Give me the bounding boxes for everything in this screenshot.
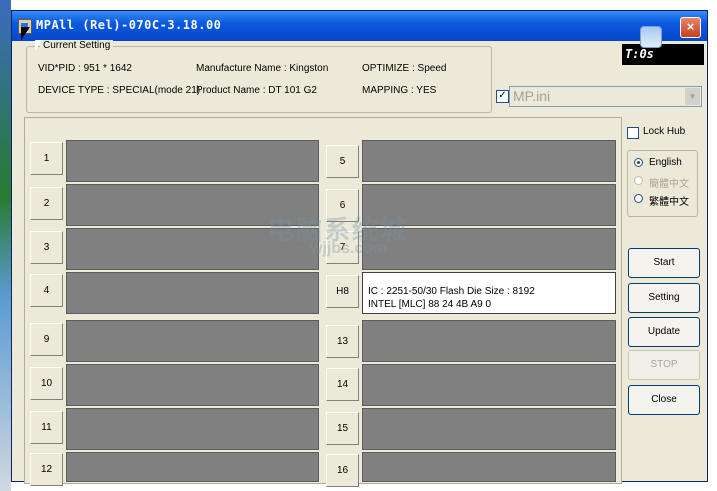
port-status-9	[66, 320, 319, 362]
port-button-14[interactable]: 14	[326, 368, 359, 401]
radio-traditional-chinese[interactable]	[634, 194, 643, 203]
port-button-1[interactable]: 1	[30, 142, 63, 175]
port-button-3[interactable]: 3	[30, 231, 63, 264]
manufacture-name: Manufacture Name : Kingston	[196, 63, 329, 74]
vid-pid-value: VID*PID : 951 * 1642	[38, 63, 132, 74]
device-type: DEVICE TYPE : SPECIAL(mode 21)	[38, 85, 201, 96]
desktop-background	[0, 0, 11, 491]
current-setting-group	[26, 46, 492, 113]
language-simplified-chinese-label: 簡體中文	[649, 179, 689, 190]
port-button-10[interactable]: 10	[30, 367, 63, 400]
ini-file-value: MP.ini	[513, 88, 551, 104]
optimize-value: OPTIMIZE : Speed	[362, 63, 447, 74]
title-bar[interactable]: MPAll (Rel)-070C-3.18.00 ×	[12, 11, 707, 41]
setting-button[interactable]: Setting	[628, 283, 700, 313]
language-english-label: English	[649, 157, 682, 168]
current-setting-title: Current Setting	[40, 40, 114, 51]
close-window-button[interactable]: ×	[680, 17, 701, 38]
port-status-4	[66, 272, 319, 314]
port-button-11[interactable]: 11	[30, 411, 63, 444]
port-status-16	[362, 452, 616, 482]
timer-display: T:0s	[622, 44, 704, 65]
port-h8-flash-info: INTEL [MLC] 88 24 4B A9 0	[368, 299, 492, 310]
port-h8-ic-info: IC : 2251-50/30 Flash Die Size : 8192	[368, 286, 535, 297]
port-status-13	[362, 320, 616, 362]
stop-button: STOP	[628, 350, 700, 380]
ini-file-select[interactable]: MP.ini ▼	[509, 86, 702, 107]
mouse-cursor-fill	[35, 40, 42, 51]
close-button[interactable]: Close	[628, 385, 700, 415]
port-status-14	[362, 364, 616, 406]
port-status-h8: IC : 2251-50/30 Flash Die Size : 8192 IN…	[362, 272, 616, 314]
port-button-9[interactable]: 9	[30, 323, 63, 356]
port-button-16[interactable]: 16	[326, 454, 359, 487]
start-button[interactable]: Start	[628, 248, 700, 278]
watermark-url: wjjbs.com	[310, 240, 388, 257]
ini-checkbox[interactable]: ✓	[496, 90, 509, 103]
port-status-5	[362, 140, 616, 182]
port-button-12[interactable]: 12	[30, 453, 63, 486]
port-status-15	[362, 408, 616, 450]
lock-hub-label: Lock Hub	[643, 126, 686, 137]
product-name: Product Name : DT 101 G2	[196, 85, 317, 96]
port-button-13[interactable]: 13	[326, 325, 359, 358]
update-button[interactable]: Update	[628, 317, 700, 347]
lock-hub-checkbox[interactable]	[627, 127, 639, 139]
port-status-11	[66, 408, 319, 450]
port-button-2[interactable]: 2	[30, 187, 63, 220]
radio-english[interactable]	[634, 158, 643, 167]
port-status-12	[66, 452, 319, 482]
app-logo-icon	[640, 26, 662, 48]
mouse-cursor-icon	[21, 27, 30, 40]
port-status-10	[66, 364, 319, 406]
port-button-5[interactable]: 5	[326, 145, 359, 178]
chevron-down-icon[interactable]: ▼	[685, 88, 700, 105]
window-title: MPAll (Rel)-070C-3.18.00	[36, 18, 222, 32]
port-button-h8[interactable]: H8	[326, 275, 359, 308]
language-traditional-chinese-label: 繁體中文	[649, 197, 689, 208]
radio-simplified-chinese	[634, 176, 643, 185]
port-button-4[interactable]: 4	[30, 274, 63, 307]
port-button-15[interactable]: 15	[326, 412, 359, 445]
port-status-1	[66, 140, 319, 182]
mapping-value: MAPPING : YES	[362, 85, 437, 96]
